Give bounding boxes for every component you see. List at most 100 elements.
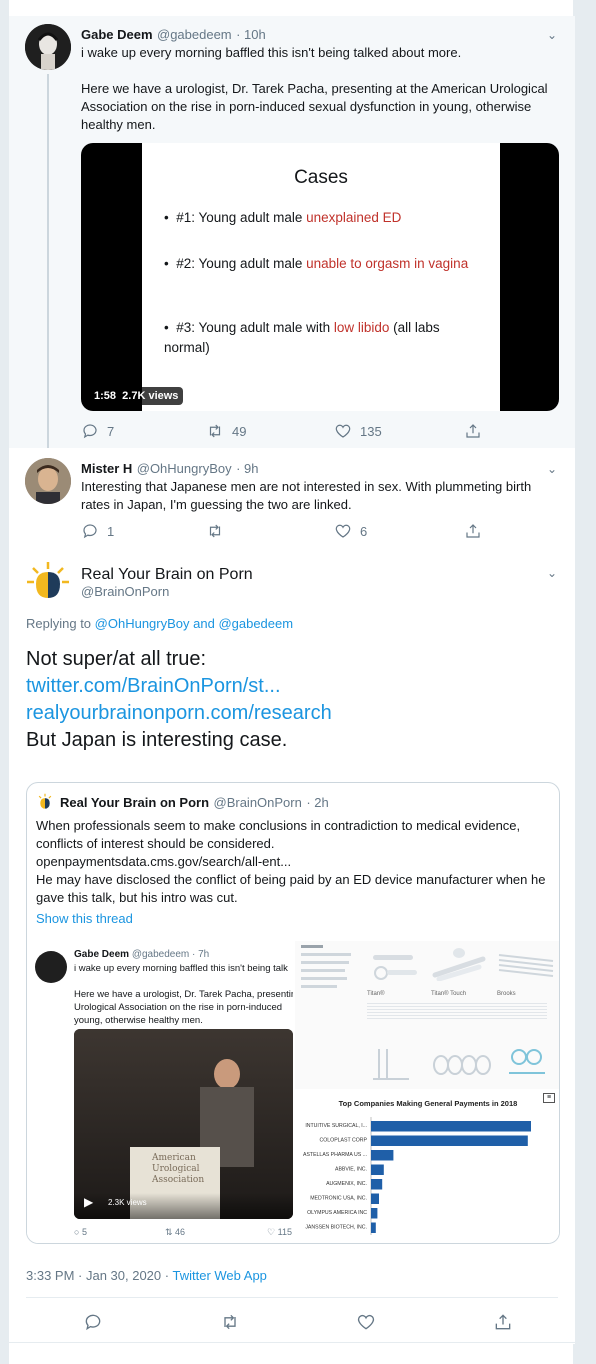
product-description <box>367 1001 547 1019</box>
avatar[interactable] <box>25 24 71 70</box>
brain-logo-icon <box>38 793 52 809</box>
filter-list <box>301 943 363 1003</box>
author-name[interactable]: Real Your Brain on Porn <box>60 795 209 810</box>
bar-label: JANSSEN BIOTECH, INC. <box>305 1225 367 1231</box>
tweet-text: Here we have a urologist, Dr. Tarek Pach… <box>81 81 548 132</box>
product-page-image[interactable]: Titan® Titan® Touch Brooks <box>295 941 559 1089</box>
retweet-icon: ⇅ <box>164 1227 173 1237</box>
retweet-icon <box>209 424 221 438</box>
tweet-text: But Japan is interesting case. <box>26 729 288 751</box>
tweet-time[interactable]: · 10h <box>236 27 266 42</box>
retweet-icon <box>209 524 221 538</box>
avatar <box>35 951 67 983</box>
bar <box>371 1164 384 1175</box>
share-button[interactable] <box>464 422 482 440</box>
reply-button[interactable] <box>83 1312 103 1332</box>
bar <box>371 1135 528 1146</box>
author-handle[interactable]: @BrainOnPorn <box>214 795 302 810</box>
chevron-down-icon[interactable]: ⌄ <box>547 566 557 580</box>
product-name: Titan® <box>367 991 385 997</box>
author-handle[interactable]: @BrainOnPorn <box>81 584 169 599</box>
brain-logo-avatar[interactable] <box>25 560 71 606</box>
bar-chart: INTUITIVE SURGICAL, I... COLOPLAST CORP AS… <box>303 1117 531 1235</box>
bar <box>371 1150 394 1161</box>
bar <box>371 1208 378 1219</box>
reply-to-link[interactable]: @OhHungryBoy <box>95 616 190 631</box>
product-row-2 <box>373 1049 545 1080</box>
share-icon <box>495 1314 511 1330</box>
reply-icon: ○ <box>74 1227 80 1237</box>
video-badge: 1:58 2.7K views <box>89 387 184 405</box>
author-handle[interactable]: @gabedeem <box>157 27 232 42</box>
author-name[interactable]: Mister H <box>81 461 132 476</box>
share-button[interactable] <box>493 1312 513 1332</box>
reply-to-link[interactable]: @gabedeem <box>218 616 293 631</box>
author-name[interactable]: Real Your Brain on Porn <box>81 566 253 584</box>
retweet-button[interactable] <box>220 1312 240 1332</box>
retweet-button[interactable] <box>206 522 334 540</box>
main-tweet-actions <box>83 1312 513 1332</box>
slide-bullet: • #3: Young adult male with low libido (… <box>164 320 440 355</box>
tweet-text: Not super/at all true: <box>26 648 207 670</box>
timeline-column: Gabe Deem @gabedeem · 10h ⌄ i wake up ev… <box>8 0 575 1364</box>
retweet-icon <box>223 1314 236 1330</box>
tweet-timestamp: 3:33 PM · Jan 30, 2020 · Twitter Web App <box>26 1268 267 1283</box>
slide-bullet: • #1: Young adult male unexplained ED <box>164 210 402 225</box>
chevron-down-icon[interactable]: ⌄ <box>547 28 557 42</box>
retweet-button[interactable]: 49 <box>206 422 334 440</box>
reply-icon <box>83 524 97 539</box>
bar-label: INTUITIVE SURGICAL, I... <box>305 1123 367 1129</box>
video-views: 2.3K views <box>108 1198 147 1207</box>
quote-images[interactable]: Gabe Deem @gabedeem · 7h i wake up every… <box>27 941 559 1243</box>
tweet-body: Not super/at all true: twitter.com/Brain… <box>26 646 332 754</box>
bar-label: OLYMPUS AMERICA INC <box>307 1210 367 1216</box>
like-button[interactable]: 6 <box>334 522 464 540</box>
tweet-time[interactable]: · 9h <box>236 461 258 476</box>
like-count: ♡ 115 <box>267 1227 292 1237</box>
bar-label: ABBVIE, INC. <box>335 1167 367 1173</box>
retweet-count: ⇅ 46 <box>164 1227 186 1237</box>
bar <box>371 1179 383 1190</box>
tweet-link[interactable]: realyourbrainonporn.com/research <box>26 700 332 727</box>
product-image-brooks <box>498 954 554 977</box>
embedded-text: Here we have a urologist, Dr. Tarek Pach… <box>74 989 293 1026</box>
like-button[interactable] <box>356 1312 376 1332</box>
avatar[interactable] <box>25 458 71 504</box>
product-name: Brooks <box>497 991 516 997</box>
heart-icon: ♡ <box>267 1227 276 1237</box>
reply-button[interactable]: 7 <box>81 422 206 440</box>
embedded-video: American Urological Association ▶ 2.3K v… <box>74 1029 293 1219</box>
author-name[interactable]: Gabe Deem <box>81 27 153 42</box>
tweet-time[interactable]: · 2h <box>306 795 328 810</box>
bar-label: AUGMENIX, INC. <box>326 1181 367 1187</box>
tweet-gabe-deem[interactable]: Gabe Deem @gabedeem · 10h ⌄ i wake up ev… <box>9 16 575 448</box>
thread-line <box>47 74 49 448</box>
reply-button[interactable]: 1 <box>81 522 206 540</box>
quoted-tweet[interactable]: Real Your Brain on Porn @BrainOnPorn · 2… <box>26 782 560 1244</box>
tweet-text: i wake up every morning baffled this isn… <box>81 45 462 60</box>
tweet-link[interactable]: twitter.com/BrainOnPorn/st... <box>26 673 332 700</box>
share-icon <box>466 524 480 538</box>
client-link[interactable]: Twitter Web App <box>172 1268 266 1283</box>
chart-title: Top Companies Making General Payments in… <box>338 1099 518 1108</box>
show-thread-link[interactable]: Show this thread <box>36 910 133 928</box>
reply-icon <box>85 1314 101 1331</box>
share-icon <box>466 424 480 438</box>
divider <box>9 1342 575 1343</box>
quote-header: Real Your Brain on Porn @BrainOnPorn · 2… <box>60 794 329 812</box>
heart-icon <box>358 1314 375 1330</box>
embedded-tweet-image[interactable]: Gabe Deem @gabedeem · 7h i wake up every… <box>27 941 293 1243</box>
author-handle[interactable]: @OhHungryBoy <box>137 461 232 476</box>
reply-icon <box>83 424 97 439</box>
tweet-mister-h[interactable]: Mister H @OhHungryBoy · 9h ⌄ Interesting… <box>9 448 575 552</box>
like-button[interactable]: 135 <box>334 422 464 440</box>
chevron-down-icon[interactable]: ⌄ <box>547 462 557 476</box>
video-player[interactable]: Cases • #1: Young adult male unexplained… <box>81 143 559 411</box>
share-button[interactable] <box>464 522 482 540</box>
bar-label: ASTELLAS PHARMA US ... <box>303 1152 367 1158</box>
replying-to: Replying to @OhHungryBoy and @gabedeem <box>26 616 294 631</box>
payments-chart-image[interactable]: ≡ Top Companies Making General Payments … <box>295 1091 559 1243</box>
product-image-titan-touch <box>432 948 486 981</box>
tweet-header: Mister H @OhHungryBoy · 9h <box>81 460 258 478</box>
timestamp-link[interactable]: 3:33 PM · Jan 30, 2020 <box>26 1268 161 1283</box>
